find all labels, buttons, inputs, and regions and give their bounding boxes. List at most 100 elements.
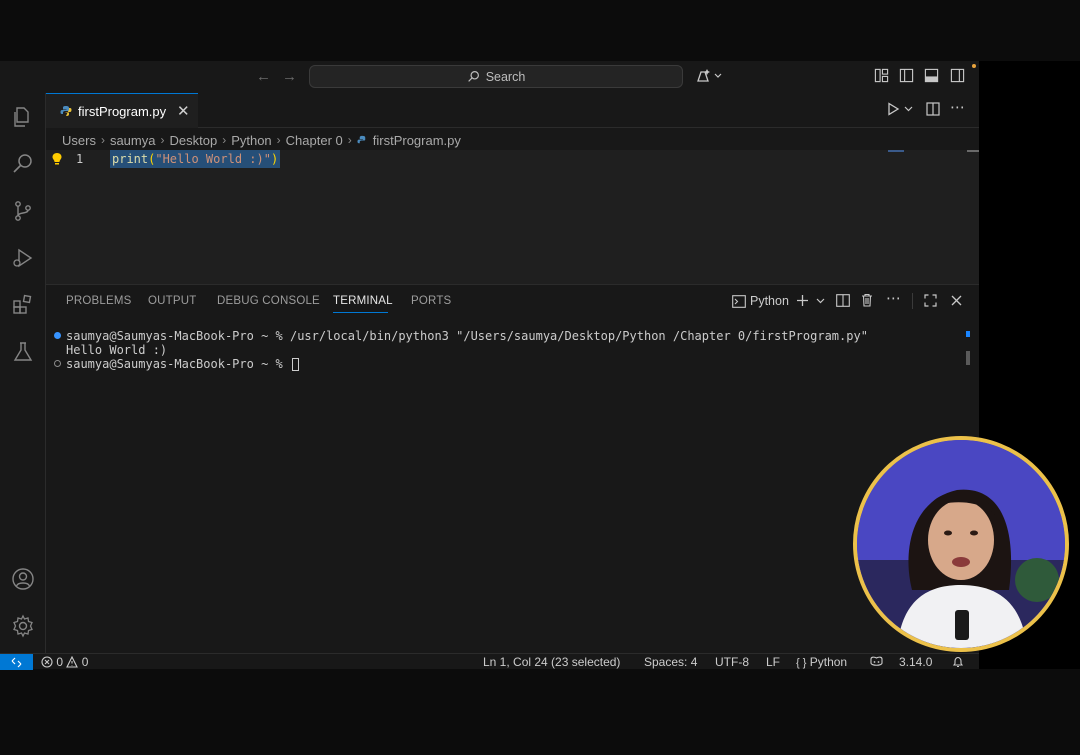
remote-indicator[interactable] [0, 654, 33, 670]
code-editor[interactable]: 1 print("Hello World :)") [46, 150, 979, 284]
line-number: 1 [76, 152, 84, 166]
chevron-down-icon[interactable] [816, 298, 825, 304]
testing-flask-icon[interactable] [11, 340, 35, 364]
error-count: 0 [56, 655, 64, 669]
language-mode[interactable]: { } Python [796, 655, 847, 669]
remote-icon [11, 657, 22, 667]
more-actions-icon[interactable]: ⋯ [950, 98, 965, 116]
back-arrow-icon[interactable]: ← [256, 68, 271, 85]
terminal-line-prompt: saumya@Saumyas-MacBook-Pro ~ % [66, 357, 299, 371]
customize-layout-icon[interactable] [874, 68, 889, 83]
split-terminal-icon[interactable] [836, 294, 850, 307]
split-editor-icon[interactable] [926, 102, 940, 116]
python-file-icon [357, 135, 366, 143]
tab-terminal[interactable]: TERMINAL [333, 295, 393, 307]
search-icon [467, 71, 479, 82]
new-terminal-plus-icon[interactable] [796, 294, 809, 307]
tab-firstprogram[interactable]: firstProgram.py ✕ [46, 93, 198, 128]
video-frame: ← → Search firstProgram.py ✕ ⋯ Users › s… [0, 0, 1080, 755]
terminal-scrollbar[interactable] [966, 351, 970, 365]
chevron-down-icon[interactable] [904, 106, 913, 112]
encoding[interactable]: UTF-8 [715, 655, 749, 669]
forward-arrow-icon[interactable]: → [282, 68, 297, 85]
editor-tab-bar: firstProgram.py ✕ ⋯ [46, 93, 979, 128]
terminal-line-command: saumya@Saumyas-MacBook-Pro ~ % /usr/loca… [66, 329, 868, 343]
vscode-window: ← → Search firstProgram.py ✕ ⋯ Users › s… [0, 61, 979, 670]
activity-bar [0, 93, 46, 653]
success-dot [54, 332, 61, 339]
source-control-icon[interactable] [11, 199, 35, 223]
code-string: "Hello World :)" [155, 152, 271, 166]
trash-icon[interactable] [861, 293, 873, 307]
lightbulb-icon[interactable] [51, 152, 63, 166]
explorer-icon[interactable] [11, 105, 35, 129]
chevron-right-icon: › [276, 133, 281, 147]
active-tab-indicator [333, 312, 388, 313]
tab-problems[interactable]: PROBLEMS [66, 295, 132, 307]
python-file-icon [60, 106, 72, 116]
code-function: print [112, 152, 149, 166]
terminal-scroll-marker [966, 331, 970, 337]
toggle-secondary-sidebar-icon[interactable] [950, 68, 965, 83]
search-sidebar-icon[interactable] [11, 152, 35, 176]
run-python-file-icon[interactable] [887, 102, 900, 116]
tab-label: firstProgram.py [78, 103, 167, 119]
chevron-right-icon: › [347, 133, 352, 147]
panel-divider [912, 293, 913, 309]
chevron-right-icon: › [160, 133, 165, 147]
toggle-panel-icon[interactable] [924, 68, 939, 83]
extensions-icon[interactable] [11, 293, 35, 317]
webcam-overlay [853, 436, 1069, 652]
code-paren-close: ) [270, 152, 279, 166]
settings-gear-icon[interactable] [11, 614, 35, 638]
scrollbar-marker [967, 150, 979, 152]
more-actions-icon[interactable]: ⋯ [886, 289, 901, 307]
terminal-name: Python [750, 294, 789, 308]
terminal-cursor [291, 358, 299, 371]
close-tab-icon[interactable]: ✕ [177, 102, 190, 120]
copilot-status-icon[interactable] [869, 656, 884, 668]
command-center-search[interactable]: Search [309, 65, 683, 88]
line-ending[interactable]: LF [766, 655, 780, 669]
chevron-right-icon: › [222, 133, 227, 147]
indentation[interactable]: Spaces: 4 [644, 655, 697, 669]
close-panel-icon[interactable] [951, 295, 962, 306]
prompt-dot [54, 360, 61, 367]
warning-icon [66, 655, 79, 668]
title-bar: ← → Search [0, 61, 979, 93]
notifications-bell-icon[interactable] [952, 656, 964, 668]
status-bar: 0 0 Ln 1, Col 24 (23 selected) Spaces: 4… [0, 653, 979, 670]
tab-ports[interactable]: PORTS [411, 295, 451, 307]
breadcrumb-users[interactable]: Users [62, 133, 96, 148]
accounts-icon[interactable] [11, 567, 35, 591]
breadcrumb-desktop[interactable]: Desktop [169, 133, 217, 148]
python-version[interactable]: 3.14.0 [899, 655, 932, 669]
toggle-primary-sidebar-icon[interactable] [899, 68, 914, 83]
copilot-icon[interactable] [696, 68, 722, 84]
tab-debug-console[interactable]: DEBUG CONSOLE [217, 295, 320, 307]
update-indicator-dot [972, 64, 976, 68]
maximize-panel-icon[interactable] [924, 294, 937, 307]
error-icon [41, 656, 53, 668]
prompt-text: saumya@Saumyas-MacBook-Pro ~ % [66, 357, 290, 371]
breadcrumb-saumya[interactable]: saumya [110, 133, 156, 148]
terminal-selector[interactable]: Python [732, 294, 789, 308]
chevron-right-icon: › [100, 133, 105, 147]
bottom-panel: PROBLEMS OUTPUT DEBUG CONSOLE TERMINAL P… [46, 284, 979, 653]
terminal-icon [732, 294, 746, 308]
breadcrumb-chapter[interactable]: Chapter 0 [286, 133, 343, 148]
tab-output[interactable]: OUTPUT [148, 295, 196, 307]
presenter-video [857, 440, 1065, 648]
problems-status[interactable]: 0 0 [41, 655, 88, 669]
run-and-debug-icon[interactable] [11, 246, 35, 270]
terminal-line-output: Hello World :) [66, 343, 168, 357]
minimap-marker [888, 150, 904, 152]
code-line-1[interactable]: print("Hello World :)") [110, 150, 281, 168]
cursor-position[interactable]: Ln 1, Col 24 (23 selected) [483, 655, 620, 669]
search-label: Search [485, 69, 526, 84]
breadcrumb-python[interactable]: Python [231, 133, 271, 148]
language-label: Python [809, 655, 848, 669]
breadcrumb: Users › saumya › Desktop › Python › Chap… [62, 130, 461, 150]
breadcrumb-file[interactable]: firstProgram.py [373, 133, 461, 148]
warning-count: 0 [81, 655, 89, 669]
